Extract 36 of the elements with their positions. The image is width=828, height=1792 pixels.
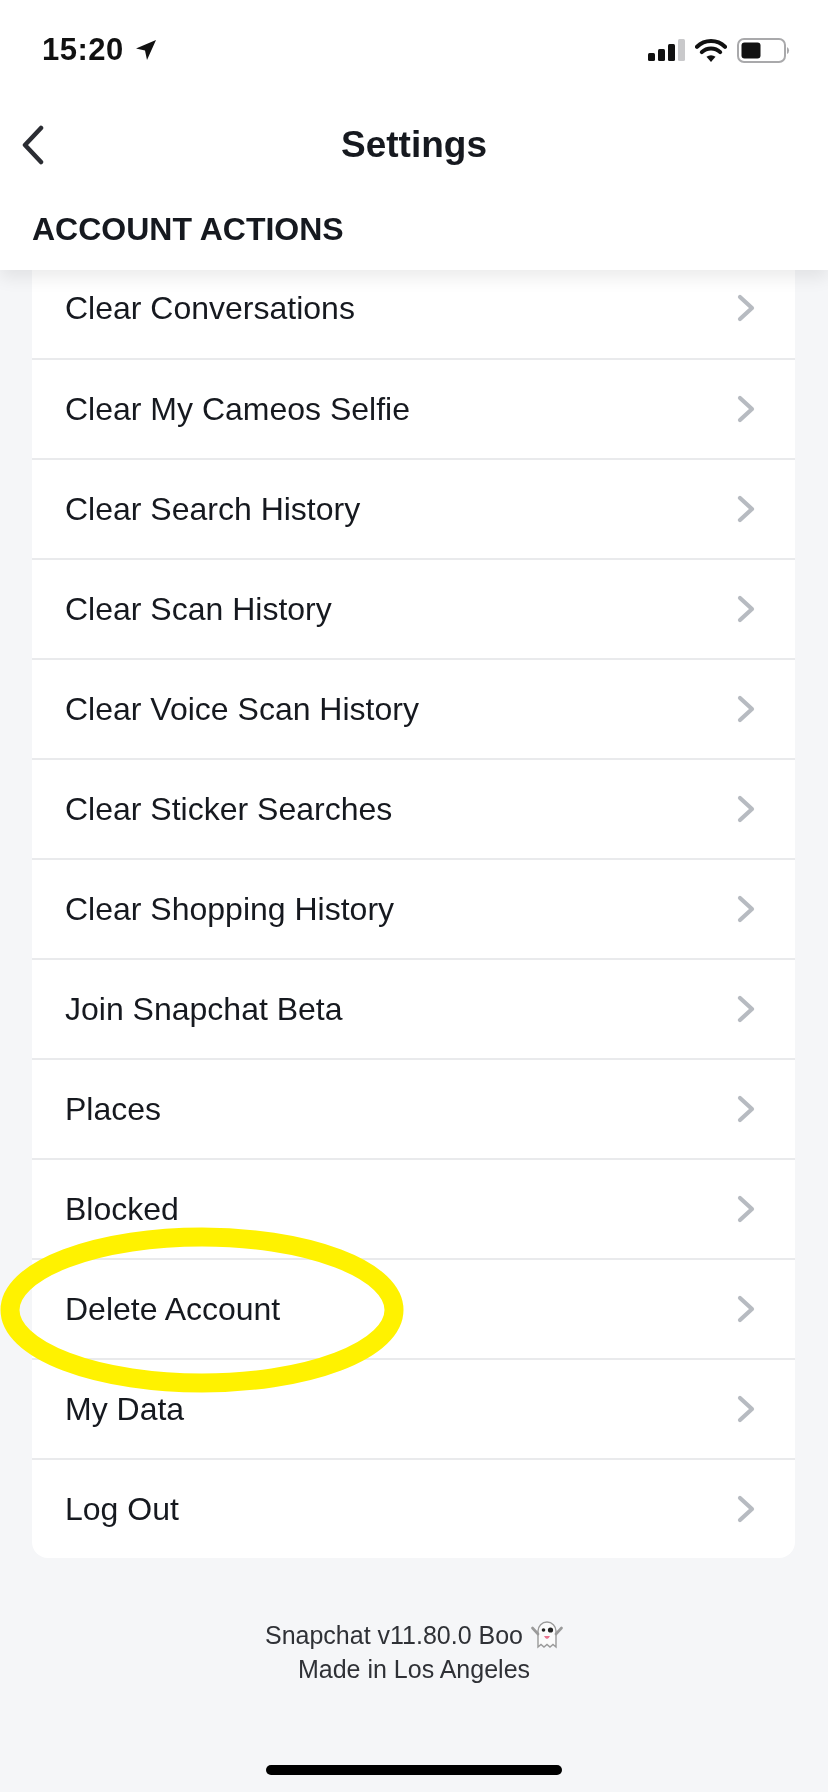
- wifi-icon: [695, 38, 727, 62]
- settings-row[interactable]: Places: [32, 1058, 795, 1158]
- chevron-right-icon: [737, 1395, 755, 1423]
- chevron-right-icon: [737, 1295, 755, 1323]
- chevron-right-icon: [737, 294, 755, 322]
- settings-row[interactable]: My Data: [32, 1358, 795, 1458]
- chevron-right-icon: [737, 1195, 755, 1223]
- settings-row[interactable]: Clear Scan History: [32, 558, 795, 658]
- settings-row[interactable]: Clear Voice Scan History: [32, 658, 795, 758]
- location-arrow-icon: [133, 38, 158, 62]
- settings-row[interactable]: Clear My Cameos Selfie: [32, 358, 795, 458]
- version-text: Snapchat v11.80.0 Boo: [264, 1620, 524, 1650]
- chevron-right-icon: [737, 695, 755, 723]
- chevron-right-icon: [737, 1495, 755, 1523]
- chevron-right-icon: [737, 595, 755, 623]
- location-text: Made in Los Angeles: [297, 1654, 531, 1684]
- chevron-right-icon: [737, 395, 755, 423]
- chevron-right-icon: [737, 995, 755, 1023]
- signal-icon: [648, 39, 685, 61]
- chevron-right-icon: [737, 795, 755, 823]
- settings-row[interactable]: Log Out: [32, 1458, 795, 1558]
- battery-icon: [737, 37, 790, 63]
- settings-row[interactable]: Join Snapchat Beta: [32, 958, 795, 1058]
- chevron-right-icon: [737, 895, 755, 923]
- settings-row[interactable]: Delete Account: [32, 1258, 795, 1358]
- chevron-left-icon: [22, 125, 44, 165]
- settings-row[interactable]: Clear Shopping History: [32, 858, 795, 958]
- section-heading: ACCOUNT ACTIONS: [32, 210, 344, 248]
- settings-row[interactable]: Clear Sticker Searches: [32, 758, 795, 858]
- chevron-right-icon: [737, 495, 755, 523]
- status-time: 15:20: [42, 32, 124, 68]
- settings-row[interactable]: Blocked: [32, 1158, 795, 1258]
- settings-row[interactable]: Clear Conversations: [32, 270, 795, 358]
- settings-row[interactable]: Clear Search History: [32, 458, 795, 558]
- page-title: Settings: [341, 124, 487, 166]
- chevron-right-icon: [737, 1095, 755, 1123]
